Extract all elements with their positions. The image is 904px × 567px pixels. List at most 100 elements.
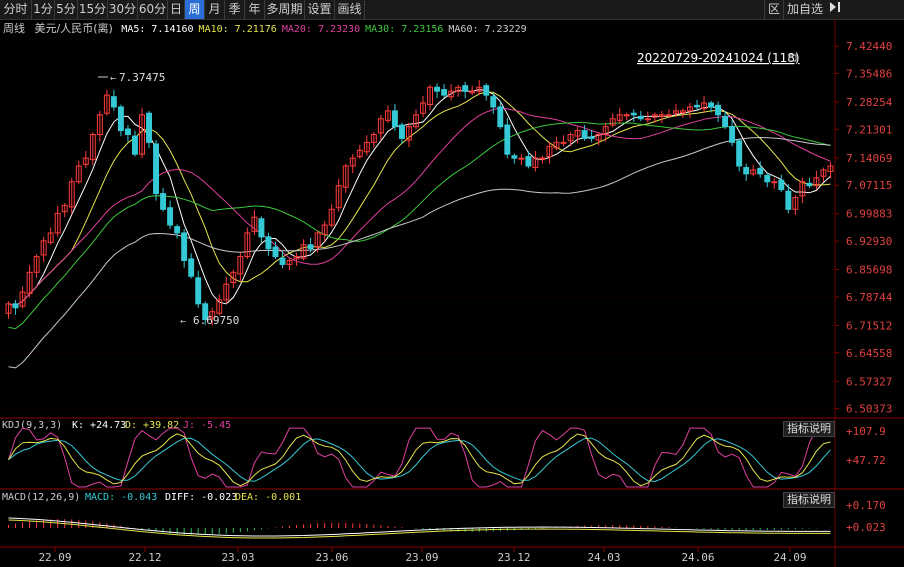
x-label-7: 24.06 — [681, 551, 714, 564]
candle-body — [623, 114, 630, 117]
candle-body — [12, 303, 19, 309]
candle-body — [722, 115, 729, 128]
candle-body — [265, 236, 272, 250]
kdj-d-line — [8, 437, 831, 483]
candle-body — [637, 115, 644, 120]
x-label-1: 22.12 — [128, 551, 161, 564]
macd-diff-line — [8, 517, 831, 537]
price-label-9: 6.78744 — [846, 291, 893, 304]
candle-body — [195, 277, 202, 305]
candle-body — [434, 86, 441, 92]
candle-body — [539, 157, 546, 160]
candle-body — [581, 130, 588, 139]
macd-help-button[interactable]: 指标说明 — [783, 492, 835, 508]
kdj-params: KDJ(9,3,3) — [2, 420, 62, 431]
x-label-3: 23.06 — [315, 551, 348, 564]
price-label-8: 6.85698 — [846, 264, 892, 277]
kdj-d-label: D: +39.82 — [125, 420, 179, 431]
candle-body — [124, 128, 131, 136]
low-arrow-icon: ← — [180, 316, 186, 327]
price-label-12: 6.57327 — [846, 375, 892, 388]
price-label-2: 7.28254 — [846, 96, 893, 109]
candle-body — [525, 156, 532, 167]
macd-axis-mid: +0.023 — [846, 521, 886, 534]
candle-body — [757, 167, 764, 175]
kdj-j-label: J: -5.45 — [183, 420, 231, 431]
candle-body — [511, 155, 518, 159]
candle-body — [497, 106, 504, 128]
ma60-line — [8, 136, 831, 369]
candle-body — [490, 96, 497, 108]
x-label-2: 23.03 — [221, 551, 254, 564]
candle-body — [764, 174, 771, 183]
candle-body — [188, 258, 195, 277]
macd-diff-label: DIFF: -0.023 — [165, 492, 237, 503]
x-label-8: 24.09 — [773, 551, 806, 564]
candle-body — [630, 112, 637, 116]
price-label-6: 6.99883 — [846, 208, 892, 221]
candle-body — [483, 85, 490, 96]
macd-dea-label: DEA: -0.001 — [235, 492, 301, 503]
x-label-0: 22.09 — [38, 551, 71, 564]
price-label-11: 6.64558 — [846, 347, 892, 360]
kdj-k-label: K: +24.73 — [72, 420, 126, 431]
candle-body — [146, 112, 152, 143]
price-label-4: 7.14069 — [846, 152, 892, 165]
candle-body — [153, 143, 160, 195]
kdj-help-button[interactable]: 指标说明 — [783, 421, 835, 437]
candle-body — [462, 85, 469, 92]
candle-body — [588, 136, 595, 139]
ma20-line — [8, 107, 831, 307]
candle-body — [729, 126, 736, 143]
candle-body — [771, 181, 778, 184]
candle-body — [279, 257, 286, 265]
ma5-line — [8, 89, 831, 307]
x-label-6: 24.03 — [587, 551, 620, 564]
ma10-line — [8, 91, 831, 307]
candle-body — [181, 232, 188, 261]
macd-params: MACD(12,26,9) — [2, 492, 80, 503]
candle-body — [694, 104, 700, 108]
price-label-1: 7.35486 — [846, 68, 892, 81]
candle-body — [258, 218, 265, 238]
price-label-7: 6.92930 — [846, 235, 892, 248]
x-label-4: 23.09 — [405, 551, 438, 564]
candle-body — [307, 244, 314, 250]
candle-body — [785, 190, 792, 210]
candle-body — [778, 179, 785, 191]
candle-body — [736, 140, 743, 167]
candle-body — [132, 135, 138, 155]
kdj-axis-mid: +47.72 — [846, 454, 886, 467]
price-label-3: 7.21301 — [846, 123, 892, 136]
candle-body — [398, 124, 405, 139]
candle-body — [441, 89, 448, 96]
price-label-5: 7.07115 — [846, 179, 892, 192]
candle-body — [174, 226, 181, 234]
candle-body — [504, 124, 511, 155]
candle-body — [272, 246, 279, 258]
price-label-0: 7.42440 — [846, 40, 892, 53]
candle-body — [560, 141, 567, 144]
candle-body — [110, 96, 117, 108]
candle-body — [806, 182, 813, 187]
x-label-5: 23.12 — [497, 551, 530, 564]
candle-body — [117, 106, 124, 132]
macd-value-label: MACD: -0.043 — [85, 492, 157, 503]
candle-body — [715, 104, 722, 116]
ma30-line — [8, 121, 831, 330]
kdj-axis-top: +107.9 — [846, 425, 886, 438]
high-price-label: 7.37475 — [119, 71, 165, 84]
price-label-10: 6.71512 — [846, 319, 892, 332]
candle-body — [518, 157, 525, 160]
candle-body — [708, 102, 715, 108]
candle-body — [644, 118, 651, 121]
candle-body — [743, 167, 750, 175]
high-arrow-icon: ← — [110, 73, 116, 84]
candle-body — [160, 193, 167, 210]
price-label-13: 6.50373 — [846, 403, 892, 416]
candle-body — [665, 114, 672, 117]
low-price-label: 6.69750 — [193, 314, 239, 327]
kline-chart[interactable]: 7.42440 7.35486 7.28254 7.21301 7.14069 7.071… — [0, 0, 904, 567]
candle-body — [391, 110, 398, 128]
macd-axis-top: +0.170 — [846, 499, 886, 512]
